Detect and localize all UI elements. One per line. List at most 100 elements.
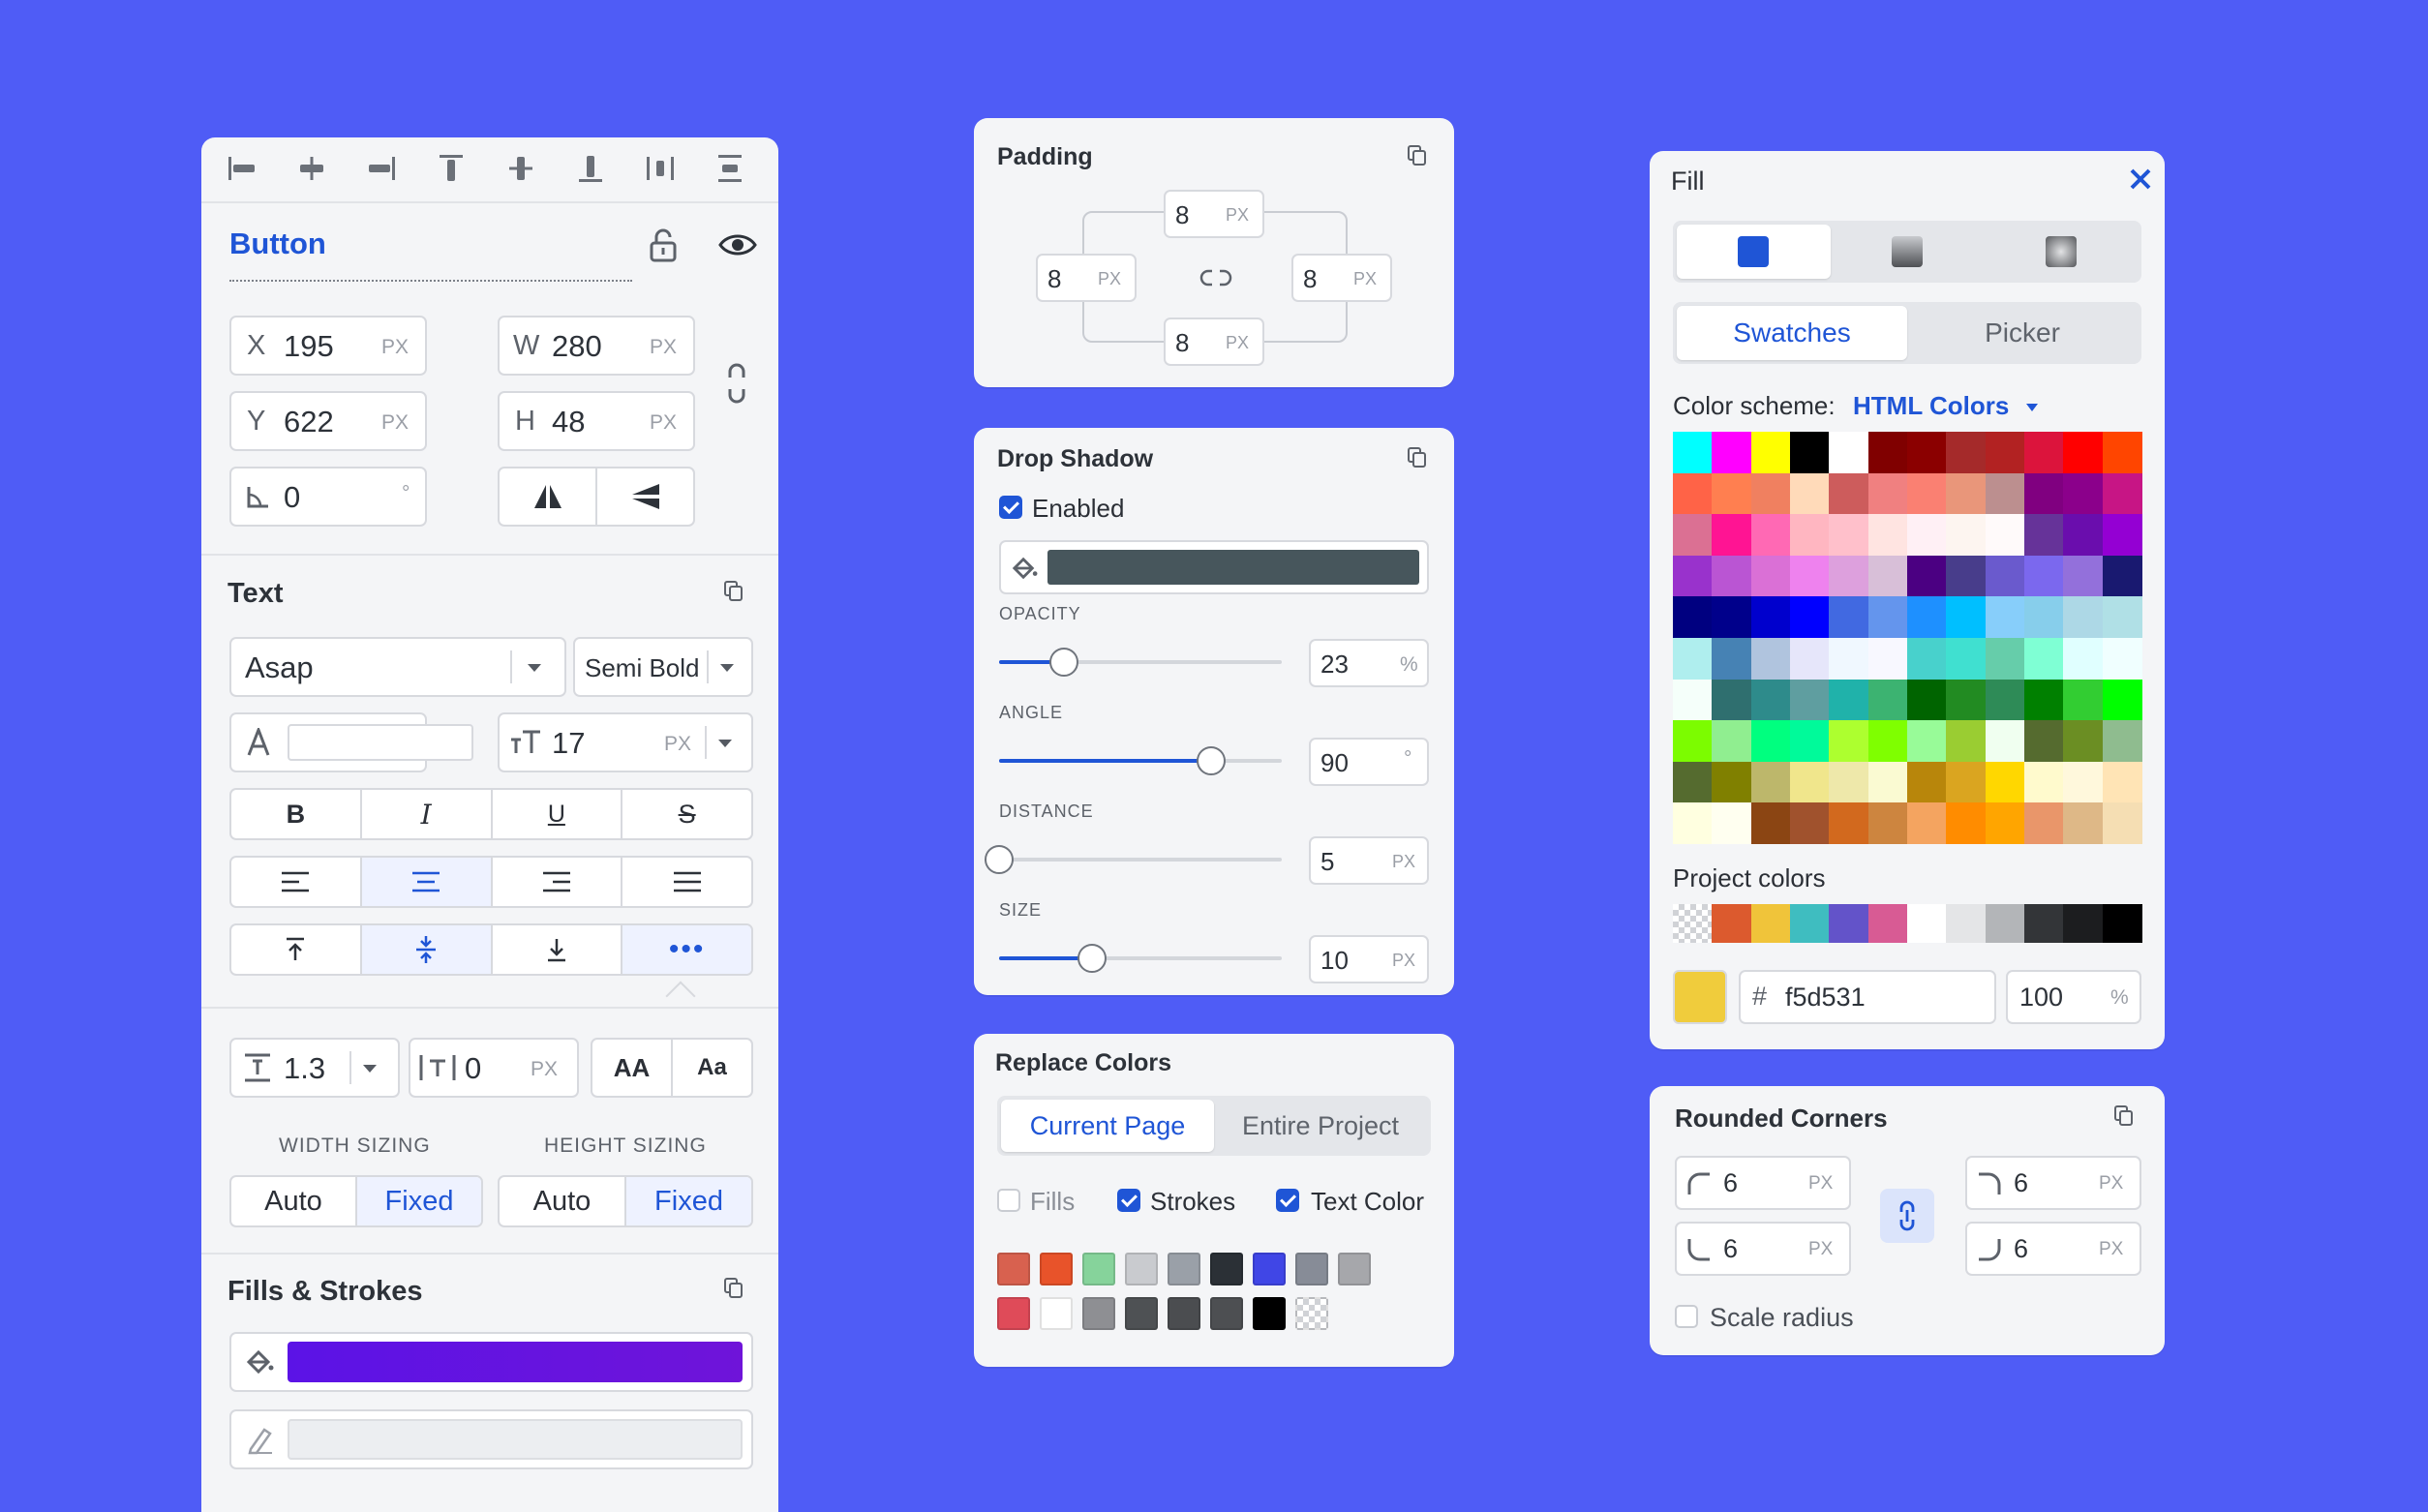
color-swatch[interactable]	[1712, 720, 1752, 763]
padding-right-value[interactable]: 8	[1303, 264, 1317, 294]
color-swatch[interactable]	[1790, 679, 1830, 721]
color-swatch[interactable]	[2024, 432, 2064, 473]
color-swatch[interactable]	[1712, 802, 1752, 845]
color-swatch[interactable]	[1985, 761, 2025, 803]
align-left-icon[interactable]	[225, 151, 259, 186]
color-swatch[interactable]	[1907, 472, 1947, 515]
replace-color-swatch[interactable]	[1168, 1253, 1200, 1285]
color-swatch[interactable]	[1985, 472, 2025, 515]
radius-top-right-field[interactable]: 6 PX	[1965, 1156, 2141, 1210]
padding-left-field[interactable]: 8 PX	[1036, 254, 1137, 302]
color-swatch[interactable]	[1907, 802, 1947, 845]
color-swatch[interactable]	[1750, 802, 1791, 845]
color-swatch[interactable]	[1712, 555, 1752, 597]
align-text-center-button[interactable]	[361, 858, 493, 906]
tab-swatches[interactable]: Swatches	[1677, 306, 1907, 360]
color-swatch[interactable]	[1750, 761, 1791, 803]
tab-solid-fill[interactable]	[1677, 225, 1831, 279]
color-swatch[interactable]	[1867, 432, 1908, 473]
rotation-field[interactable]: 0 °	[229, 467, 427, 527]
project-color-swatch[interactable]	[1790, 904, 1830, 943]
text-color-checkbox[interactable]	[1276, 1189, 1299, 1212]
color-swatch[interactable]	[2024, 679, 2064, 721]
project-color-swatch[interactable]	[1712, 904, 1752, 943]
project-color-swatch[interactable]	[1985, 904, 2025, 943]
color-swatch[interactable]	[1712, 761, 1752, 803]
link-icon[interactable]	[1199, 265, 1233, 290]
font-weight-select[interactable]: Semi Bold	[573, 637, 753, 697]
color-swatch[interactable]	[1673, 720, 1713, 763]
color-swatch[interactable]	[1673, 596, 1713, 639]
y-value[interactable]: 622	[284, 405, 334, 439]
color-swatch[interactable]	[2063, 761, 2104, 803]
color-swatch[interactable]	[1985, 802, 2025, 845]
color-swatch[interactable]	[1673, 514, 1713, 557]
h-value[interactable]: 48	[552, 405, 585, 439]
project-color-swatch[interactable]	[2024, 904, 2064, 943]
color-swatch[interactable]	[2102, 596, 2142, 639]
color-swatch[interactable]	[1907, 432, 1947, 473]
color-swatch[interactable]	[1867, 761, 1908, 803]
color-swatch[interactable]	[1790, 596, 1830, 639]
vertical-align-bottom-button[interactable]	[493, 925, 623, 974]
color-swatch[interactable]	[2024, 720, 2064, 763]
color-swatch[interactable]	[1946, 638, 1987, 680]
width-fixed-button[interactable]: Fixed	[357, 1177, 481, 1225]
width-auto-button[interactable]: Auto	[231, 1177, 357, 1225]
color-swatch[interactable]	[1790, 720, 1830, 763]
eye-icon[interactable]	[718, 230, 757, 259]
replace-color-swatch[interactable]	[1338, 1253, 1371, 1285]
more-options-button[interactable]: •••	[622, 925, 751, 974]
color-swatch[interactable]	[1712, 514, 1752, 557]
replace-color-swatch[interactable]	[997, 1297, 1030, 1330]
color-swatch[interactable]	[2102, 720, 2142, 763]
opacity-slider-knob[interactable]	[1049, 648, 1079, 677]
color-swatch[interactable]	[1985, 679, 2025, 721]
color-swatch[interactable]	[1829, 432, 1869, 473]
color-swatch[interactable]	[1790, 802, 1830, 845]
w-field[interactable]: W 280 PX	[498, 316, 695, 376]
project-color-swatch[interactable]	[1907, 904, 1947, 943]
replace-color-swatch[interactable]	[1253, 1253, 1286, 1285]
replace-color-swatch[interactable]	[1040, 1297, 1073, 1330]
tab-current-page[interactable]: Current Page	[1001, 1100, 1214, 1152]
color-swatch[interactable]	[1907, 761, 1947, 803]
color-swatch[interactable]	[1750, 679, 1791, 721]
color-swatch[interactable]	[1946, 432, 1987, 473]
distribute-horizontal-icon[interactable]	[643, 151, 678, 186]
color-swatch[interactable]	[1829, 720, 1869, 763]
project-color-swatch[interactable]	[1867, 904, 1908, 943]
align-horizontal-center-icon[interactable]	[294, 151, 329, 186]
color-swatch[interactable]	[1750, 720, 1791, 763]
color-swatch[interactable]	[1946, 472, 1987, 515]
color-swatch[interactable]	[1829, 761, 1869, 803]
radius-bottom-right-field[interactable]: 6 PX	[1965, 1222, 2141, 1276]
hex-field[interactable]: # f5d531	[1739, 970, 1996, 1024]
color-swatch[interactable]	[2024, 802, 2064, 845]
alpha-value[interactable]: 100	[2019, 983, 2063, 1013]
color-swatch[interactable]	[1829, 638, 1869, 680]
color-swatch[interactable]	[2024, 596, 2064, 639]
project-color-swatch[interactable]	[1829, 904, 1869, 943]
align-top-icon[interactable]	[434, 151, 469, 186]
radius-top-right-value[interactable]: 6	[2014, 1168, 2028, 1198]
color-swatch[interactable]	[1867, 720, 1908, 763]
color-swatch[interactable]	[1907, 514, 1947, 557]
color-swatch[interactable]	[1829, 679, 1869, 721]
color-swatch[interactable]	[2024, 555, 2064, 597]
close-icon[interactable]	[2128, 166, 2153, 192]
distance-value[interactable]: 5	[1320, 847, 1334, 877]
color-swatch[interactable]	[1790, 472, 1830, 515]
color-swatch[interactable]	[2102, 555, 2142, 597]
bold-button[interactable]: B	[231, 790, 362, 838]
italic-button[interactable]: I	[362, 790, 493, 838]
size-field[interactable]: 10 PX	[1309, 935, 1429, 983]
w-value[interactable]: 280	[552, 329, 602, 364]
angle-field[interactable]: 90 °	[1309, 738, 1429, 786]
align-text-left-button[interactable]	[231, 858, 362, 906]
padding-top-value[interactable]: 8	[1175, 200, 1189, 230]
replace-color-swatch[interactable]	[1125, 1253, 1158, 1285]
color-swatch[interactable]	[2063, 679, 2104, 721]
color-swatch[interactable]	[2063, 432, 2104, 473]
color-swatch[interactable]	[2102, 638, 2142, 680]
